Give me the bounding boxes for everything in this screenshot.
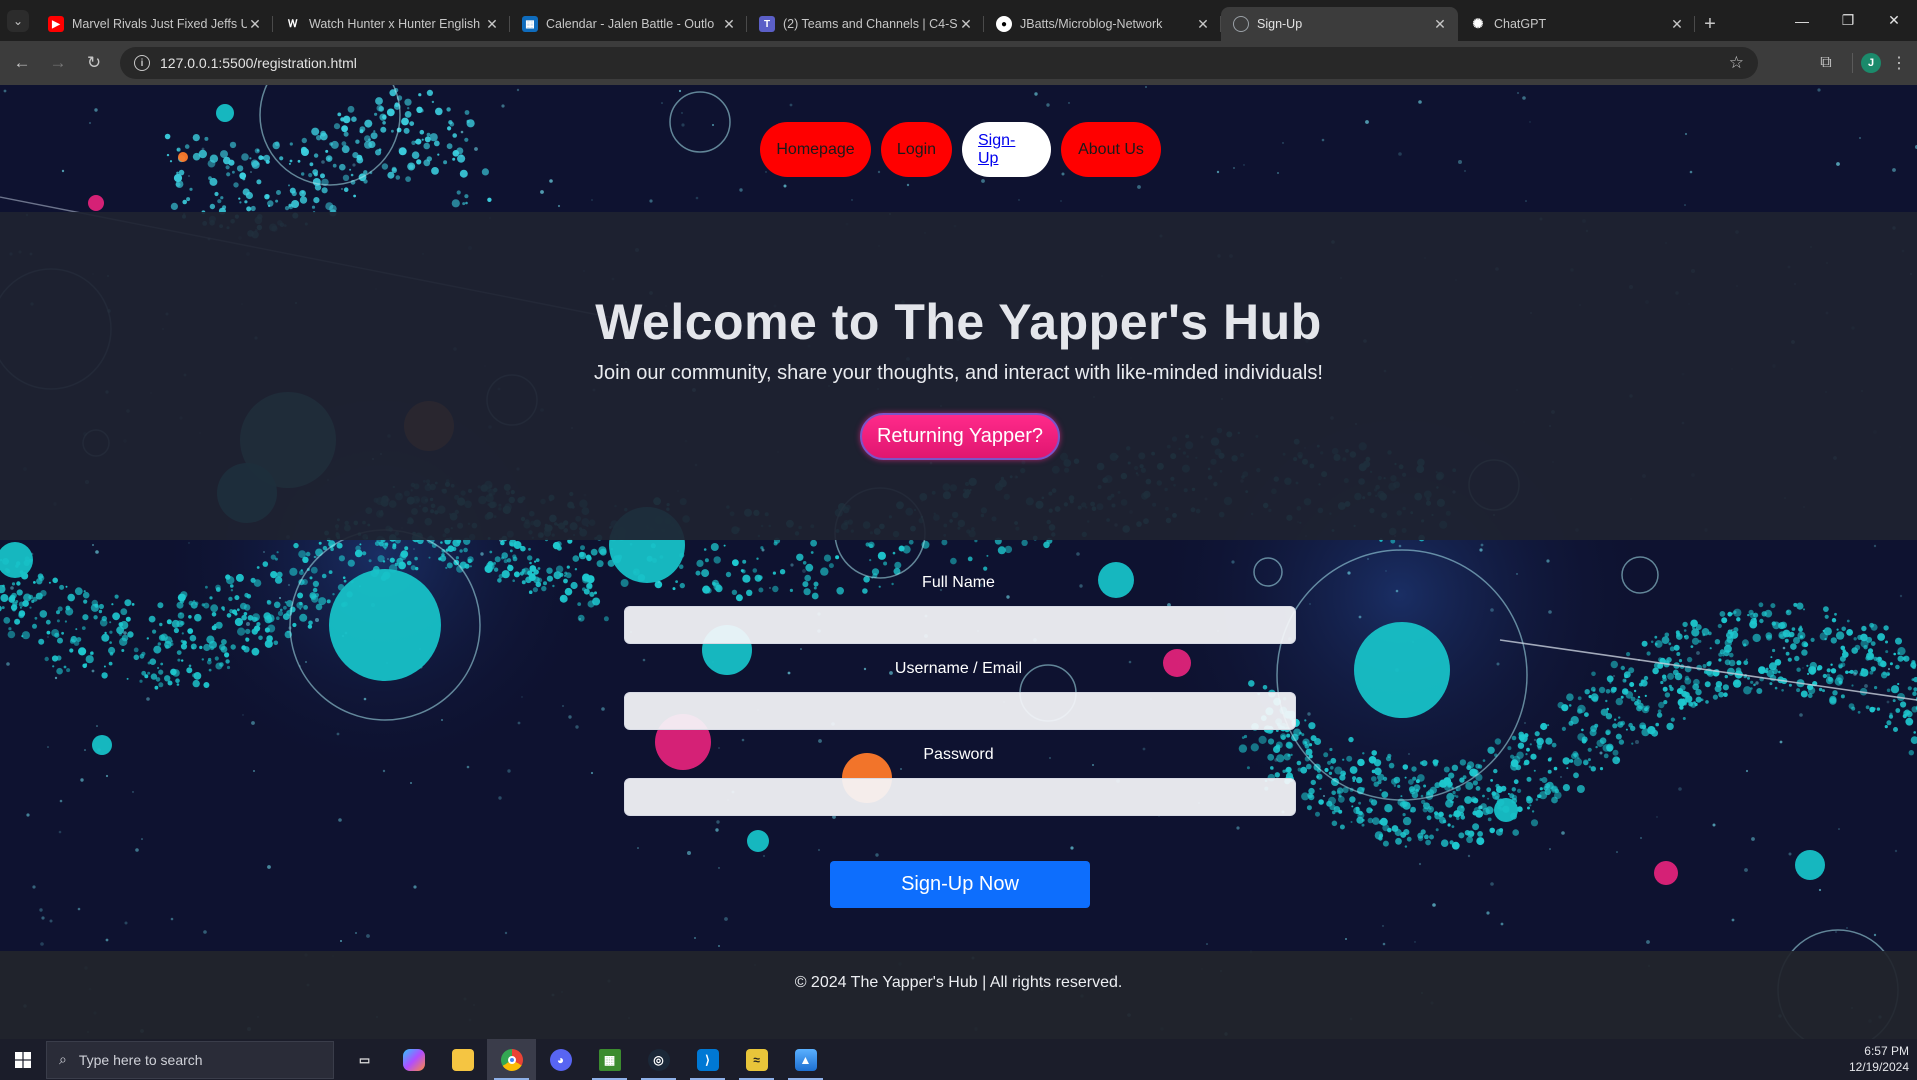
discord-icon[interactable]: ◕ bbox=[536, 1039, 585, 1080]
tab-close-icon[interactable]: ✕ bbox=[721, 16, 737, 33]
browser-tab[interactable]: ▶ Marvel Rivals Just Fixed Jeffs Ul ✕ bbox=[36, 7, 273, 41]
file-explorer-icon[interactable] bbox=[438, 1039, 487, 1080]
back-icon[interactable]: ← bbox=[4, 45, 40, 81]
globe-icon bbox=[1233, 16, 1249, 32]
browser-tab[interactable]: ● JBatts/Microblog-Network ✕ bbox=[984, 7, 1221, 41]
tab-title: Calendar - Jalen Battle - Outlo bbox=[546, 17, 715, 31]
new-tab-button[interactable]: + bbox=[1695, 7, 1725, 41]
tab-title: ChatGPT bbox=[1494, 17, 1547, 31]
forward-icon[interactable]: → bbox=[40, 45, 76, 81]
tab-close-icon[interactable]: ✕ bbox=[1432, 16, 1448, 33]
browser-tab-active[interactable]: Sign-Up ✕ bbox=[1221, 7, 1458, 41]
chatgpt-icon: ✺ bbox=[1472, 16, 1484, 31]
minimize-icon[interactable]: — bbox=[1779, 0, 1825, 41]
nav-links: Homepage Login Sign-Up About Us bbox=[760, 122, 1161, 177]
windows-start-button[interactable] bbox=[0, 1039, 46, 1080]
username-label: Username / Email bbox=[894, 660, 1023, 677]
close-window-icon[interactable]: ✕ bbox=[1871, 0, 1917, 41]
search-icon: ⌕ bbox=[59, 1051, 67, 1067]
password-field[interactable] bbox=[624, 778, 1296, 816]
clock-date: 12/19/2024 bbox=[1848, 1060, 1909, 1074]
url-text: 127.0.0.1:5500/registration.html bbox=[160, 55, 357, 71]
windows-logo-icon bbox=[15, 1051, 31, 1068]
returning-yapper-button[interactable]: Returning Yapper? bbox=[860, 413, 1060, 460]
teams-icon: T bbox=[759, 16, 775, 32]
chevron-down-icon: ⌄ bbox=[7, 9, 29, 32]
address-bar[interactable]: i 127.0.0.1:5500/registration.html ☆ bbox=[120, 47, 1758, 79]
nav-login-button[interactable]: Login bbox=[881, 122, 952, 177]
outlook-calendar-icon: ▦ bbox=[522, 16, 538, 32]
nav-homepage-button[interactable]: Homepage bbox=[760, 122, 871, 177]
tab-title: Sign-Up bbox=[1257, 17, 1303, 31]
extensions-icon[interactable]: ⧉ bbox=[1808, 54, 1844, 72]
taskbar-search-box[interactable]: ⌕ Type here to search bbox=[46, 1040, 334, 1079]
tab-close-icon[interactable]: ✕ bbox=[1669, 16, 1685, 33]
nav-signup-button[interactable]: Sign-Up bbox=[962, 122, 1051, 177]
signup-submit-button[interactable]: Sign-Up Now bbox=[830, 861, 1090, 908]
bookmark-star-icon[interactable]: ☆ bbox=[1729, 53, 1744, 73]
browser-tab-strip: ⌄ ▶ Marvel Rivals Just Fixed Jeffs Ul ✕ … bbox=[0, 0, 1917, 41]
web-page: Homepage Login Sign-Up About Us Welcome … bbox=[0, 85, 1917, 1039]
minecraft-icon[interactable]: ▦ bbox=[585, 1039, 634, 1080]
system-clock[interactable]: 6:57 PM 12/19/2024 bbox=[1849, 1043, 1909, 1075]
app-icon-yellow[interactable]: ≈ bbox=[732, 1039, 781, 1080]
chrome-icon[interactable] bbox=[487, 1039, 536, 1080]
full-name-label: Full Name bbox=[922, 574, 995, 591]
toolbar-right: ⧉ J ⋮ bbox=[1808, 41, 1917, 85]
clock-time: 6:57 PM bbox=[1864, 1044, 1909, 1058]
menu-dots-icon[interactable]: ⋮ bbox=[1881, 53, 1917, 73]
browser-tab[interactable]: ▦ Calendar - Jalen Battle - Outlo ✕ bbox=[510, 7, 747, 41]
photos-icon[interactable]: ▲ bbox=[781, 1039, 830, 1080]
browser-toolbar: ← → ↻ i 127.0.0.1:5500/registration.html… bbox=[0, 41, 1917, 85]
vscode-icon[interactable]: ⟩ bbox=[683, 1039, 732, 1080]
reload-icon[interactable]: ↻ bbox=[76, 45, 112, 81]
toolbar-divider bbox=[1852, 53, 1853, 73]
github-icon: ● bbox=[996, 16, 1012, 32]
tab-title: (2) Teams and Channels | C4-Se bbox=[783, 17, 958, 31]
page-title: Welcome to The Yapper's Hub bbox=[595, 294, 1322, 350]
windows-taskbar: ⌕ Type here to search ▭ ◕ ▦ ◎ ⟩ ≈ ▲ 6:57… bbox=[0, 1039, 1917, 1080]
hero-subtitle: Join our community, share your thoughts,… bbox=[594, 362, 1323, 384]
tab-title: Watch Hunter x Hunter English bbox=[309, 17, 481, 31]
username-email-field[interactable] bbox=[624, 692, 1296, 730]
task-view-icon[interactable]: ▭ bbox=[340, 1039, 389, 1080]
site-navbar: Homepage Login Sign-Up About Us bbox=[0, 85, 1917, 212]
browser-tab[interactable]: Ꮃ Watch Hunter x Hunter English ✕ bbox=[273, 7, 510, 41]
window-controls: — ❐ ✕ bbox=[1779, 0, 1917, 41]
youtube-icon: ▶ bbox=[48, 16, 64, 32]
hero-section: Welcome to The Yapper's Hub Join our com… bbox=[0, 212, 1917, 540]
site-info-icon[interactable]: i bbox=[134, 55, 150, 71]
anime-site-icon: Ꮃ bbox=[288, 18, 298, 30]
password-label: Password bbox=[923, 746, 994, 763]
tab-title: JBatts/Microblog-Network bbox=[1020, 17, 1163, 31]
site-footer: © 2024 The Yapper's Hub | All rights res… bbox=[0, 951, 1917, 1039]
tab-title: Marvel Rivals Just Fixed Jeffs Ul bbox=[72, 17, 247, 31]
browser-tab[interactable]: ✺ ChatGPT ✕ bbox=[1458, 7, 1695, 41]
tab-close-icon[interactable]: ✕ bbox=[484, 16, 500, 33]
tab-close-icon[interactable]: ✕ bbox=[1195, 16, 1211, 33]
tab-close-icon[interactable]: ✕ bbox=[958, 16, 974, 33]
footer-copyright: © 2024 The Yapper's Hub | All rights res… bbox=[794, 974, 1123, 991]
nav-about-button[interactable]: About Us bbox=[1061, 122, 1161, 177]
full-name-field[interactable] bbox=[624, 606, 1296, 644]
search-placeholder: Type here to search bbox=[78, 1051, 203, 1068]
copilot-icon[interactable] bbox=[389, 1039, 438, 1080]
tab-close-icon[interactable]: ✕ bbox=[247, 16, 263, 33]
browser-tab[interactable]: T (2) Teams and Channels | C4-Se ✕ bbox=[747, 7, 984, 41]
profile-avatar[interactable]: J bbox=[1861, 53, 1881, 73]
steam-icon[interactable]: ◎ bbox=[634, 1039, 683, 1080]
restore-icon[interactable]: ❐ bbox=[1825, 0, 1871, 41]
tab-search-button[interactable]: ⌄ bbox=[0, 0, 36, 41]
